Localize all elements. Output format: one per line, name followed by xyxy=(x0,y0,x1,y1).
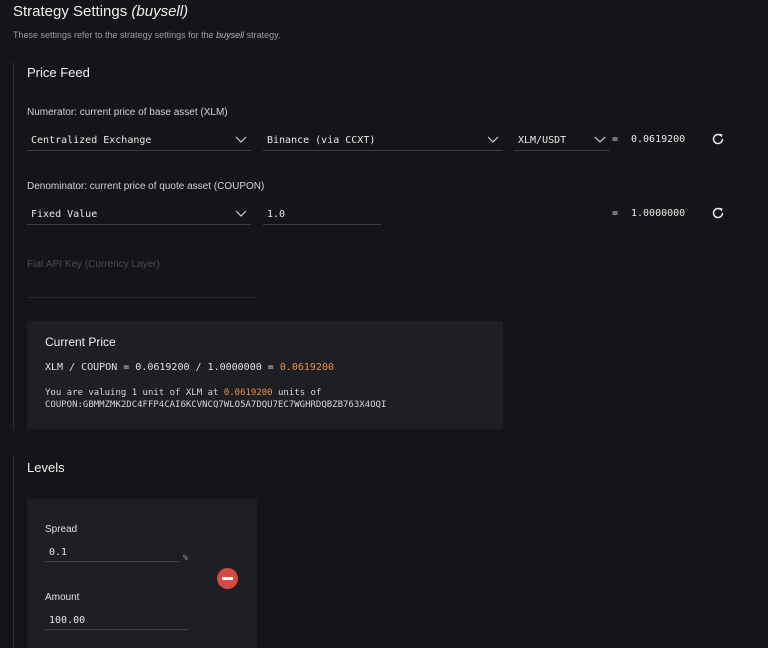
strategy-name: (buysell) xyxy=(131,3,189,20)
denominator-price-value: 1.0000000 xyxy=(631,208,686,219)
amount-label: Amount xyxy=(45,592,80,603)
levels-title: Levels xyxy=(27,460,65,475)
fiat-api-key-input[interactable] xyxy=(27,297,257,298)
page-title: Strategy Settings (buysell) xyxy=(13,3,188,20)
subtitle-prefix: These settings refer to the strategy set… xyxy=(13,30,214,40)
chevron-down-icon xyxy=(594,134,606,144)
numerator-exchange-value: Binance (via CCXT) xyxy=(267,135,376,146)
numerator-label: Numerator: current price of base asset (… xyxy=(27,107,228,118)
current-price-result: 0.0619200 xyxy=(279,362,334,373)
amount-input[interactable]: 100.00 xyxy=(45,612,189,630)
denominator-equals: = xyxy=(612,208,619,219)
desc-suffix: units of xyxy=(278,388,322,398)
numerator-source-value: Centralized Exchange xyxy=(31,135,152,146)
numerator-equals: = xyxy=(612,134,619,145)
numerator-pair-select[interactable]: XLM/USDT xyxy=(514,131,610,151)
subtitle-strategy: buysell xyxy=(216,30,245,40)
strategy-settings-page: Strategy Settings (buysell) These settin… xyxy=(0,0,768,648)
desc-value: 0.0619200 xyxy=(223,388,273,398)
denominator-fixed-value-input[interactable]: 1.0 xyxy=(263,205,381,225)
refresh-icon[interactable] xyxy=(711,206,725,220)
denominator-fixed-value: 1.0 xyxy=(267,209,286,220)
current-price-asset-code: COUPON:GBMMZMK2DC4FFP4CAI6KCVNCQ7WLO5A7D… xyxy=(45,400,387,410)
current-price-formula-text: XLM / COUPON = 0.0619200 / 1.0000000 = xyxy=(45,362,274,373)
chevron-down-icon xyxy=(235,134,247,144)
price-feed-title: Price Feed xyxy=(27,65,90,80)
amount-value: 100.00 xyxy=(49,615,86,626)
page-title-text: Strategy Settings xyxy=(13,3,128,20)
numerator-pair-value: XLM/USDT xyxy=(518,135,567,146)
refresh-icon[interactable] xyxy=(711,132,725,146)
numerator-price-value: 0.0619200 xyxy=(631,134,686,145)
denominator-label: Denominator: current price of quote asse… xyxy=(27,181,265,192)
levels-divider xyxy=(13,455,14,648)
chevron-down-icon xyxy=(487,134,499,144)
current-price-heading: Current Price xyxy=(45,335,116,349)
level-card: Spread 0.1 % Amount 100.00 xyxy=(27,499,257,648)
current-price-panel: Current Price XLM / COUPON = 0.0619200 /… xyxy=(27,321,503,429)
current-price-formula: XLM / COUPON = 0.0619200 / 1.0000000 = 0… xyxy=(45,362,334,373)
denominator-source-select[interactable]: Fixed Value xyxy=(27,205,251,225)
current-price-desc-line1: You are valuing 1 unit of XLM at 0.06192… xyxy=(45,387,386,399)
numerator-exchange-select[interactable]: Binance (via CCXT) xyxy=(263,131,503,151)
price-feed-divider xyxy=(13,62,14,430)
subtitle-suffix: strategy. xyxy=(246,30,281,40)
denominator-source-value: Fixed Value xyxy=(31,209,98,220)
page-subtitle: These settings refer to the strategy set… xyxy=(13,30,281,40)
current-price-description: You are valuing 1 unit of XLM at 0.06192… xyxy=(45,387,386,411)
spread-value: 0.1 xyxy=(49,547,68,558)
spread-unit: % xyxy=(183,553,188,562)
chevron-down-icon xyxy=(235,208,247,218)
desc-prefix: You are valuing 1 unit of XLM at xyxy=(45,388,219,398)
remove-level-button[interactable] xyxy=(217,568,238,589)
spread-input[interactable]: 0.1 xyxy=(45,544,179,562)
spread-label: Spread xyxy=(45,524,78,535)
fiat-api-key-label: Fiat API Key (Currency Layer) xyxy=(27,259,160,270)
numerator-source-select[interactable]: Centralized Exchange xyxy=(27,131,251,151)
